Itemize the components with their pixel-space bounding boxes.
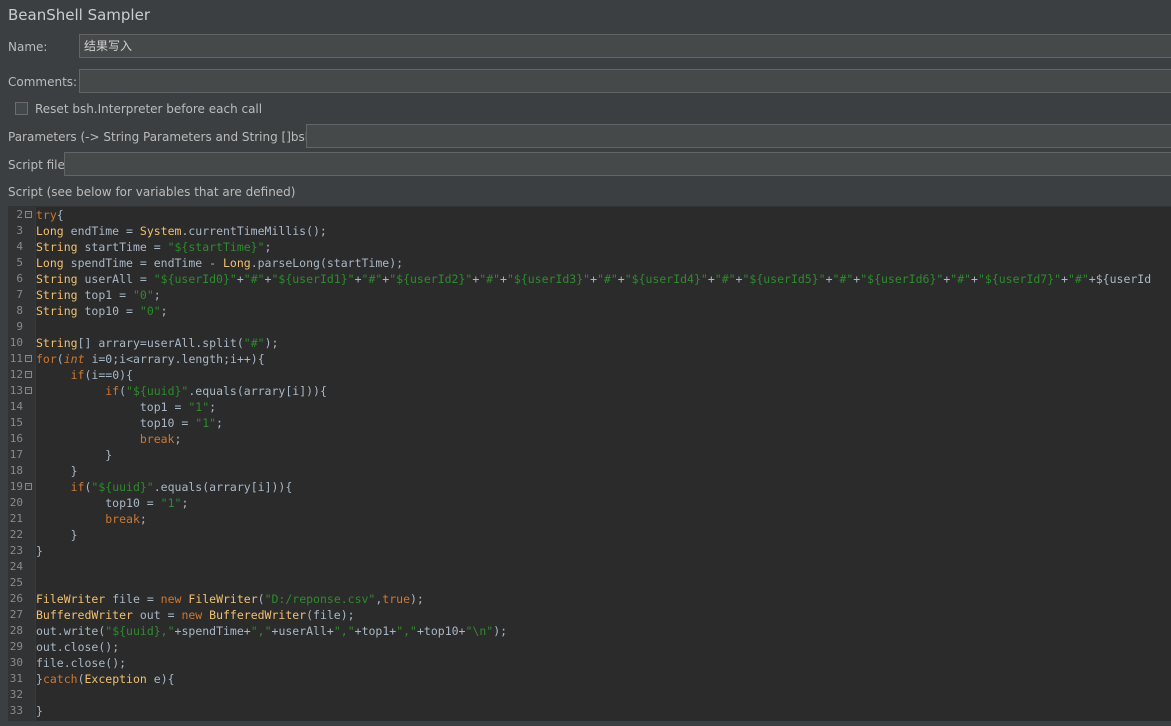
code-text: out.close(); <box>36 640 120 654</box>
line-number: 6 <box>16 272 23 285</box>
comments-input[interactable] <box>79 69 1171 93</box>
editor-bottom-border <box>0 721 1171 726</box>
code-text: } <box>36 704 43 718</box>
line-number: 24 <box>9 560 23 573</box>
script-file-input[interactable] <box>64 152 1171 176</box>
line-number: 27 <box>9 608 23 621</box>
comments-label: Comments: <box>8 75 78 89</box>
code-text: file.close(); <box>36 656 127 670</box>
code-text: } <box>36 448 113 462</box>
code-text: for(int i=0;i<arrary.length;i++){ <box>36 352 265 366</box>
code-text: String startTime = "${startTime}"; <box>36 240 272 254</box>
script-editor[interactable]: 2− try{3 Long endTime = System.currentTime… <box>8 206 1171 721</box>
code-text: break; <box>139 432 182 446</box>
line-number: 7 <box>16 288 23 301</box>
fold-toggle-icon[interactable]: − <box>25 371 32 378</box>
line-number: 5 <box>16 256 23 269</box>
line-number: 3 <box>16 224 23 237</box>
script-file-label: Script file <box>8 158 65 172</box>
line-number: 28 <box>9 624 23 637</box>
line-number: 10 <box>9 336 23 349</box>
name-input[interactable]: 结果写入 <box>79 34 1171 58</box>
panel-title: BeanShell Sampler <box>8 6 150 24</box>
line-number: 18 <box>9 464 23 477</box>
code-text: Long endTime = System.currentTimeMillis(… <box>36 224 327 238</box>
code-text: out.write("${uuid},"+spendTime+","+userA… <box>36 624 508 638</box>
line-number: 26 <box>9 592 23 605</box>
line-number: 13 <box>9 384 23 397</box>
code-text: } <box>36 528 78 542</box>
parameters-input[interactable] <box>306 124 1171 148</box>
line-number: 16 <box>9 432 23 445</box>
reset-interpreter-label: Reset bsh.Interpreter before each call <box>35 102 263 116</box>
line-number: 12 <box>9 368 23 381</box>
line-number: 25 <box>9 576 23 589</box>
code-text: String top1 = "0"; <box>36 288 161 302</box>
code-text: } <box>36 544 43 558</box>
line-number: 14 <box>9 400 23 413</box>
code-text: top10 = "1"; <box>105 496 189 510</box>
code-text: top1 = "1"; <box>139 400 217 414</box>
script-label: Script (see below for variables that are… <box>8 185 296 199</box>
code-text: top10 = "1"; <box>139 416 223 430</box>
line-number: 30 <box>9 656 23 669</box>
line-number: 32 <box>9 688 23 701</box>
reset-interpreter-checkbox[interactable] <box>15 102 28 115</box>
line-number: 31 <box>9 672 23 685</box>
fold-toggle-icon[interactable]: − <box>25 211 32 218</box>
line-number: 15 <box>9 416 23 429</box>
code-text: String top10 = "0"; <box>36 304 168 318</box>
line-number: 19 <box>9 480 23 493</box>
fold-toggle-icon[interactable]: − <box>25 483 32 490</box>
line-number: 23 <box>9 544 23 557</box>
line-number: 21 <box>9 512 23 525</box>
line-number: 11 <box>9 352 23 365</box>
code-text: if(i==0){ <box>70 368 133 382</box>
line-number: 29 <box>9 640 23 653</box>
line-number: 2 <box>16 208 23 221</box>
code-text: }catch(Exception e){ <box>36 672 175 686</box>
code-text: Long spendTime = endTime - Long.parseLon… <box>36 256 404 270</box>
code-text: String userAll = "${userId0}"+"#"+"${use… <box>36 272 1152 286</box>
code-text: try{ <box>36 208 64 222</box>
code-text: } <box>36 464 78 478</box>
line-number: 22 <box>9 528 23 541</box>
line-number: 33 <box>9 704 23 717</box>
line-number: 8 <box>16 304 23 317</box>
line-number: 4 <box>16 240 23 253</box>
line-number: 20 <box>9 496 23 509</box>
fold-toggle-icon[interactable]: − <box>25 355 32 362</box>
name-label: Name: <box>8 40 48 54</box>
code-text: String[] arrary=userAll.split("#"); <box>36 336 279 350</box>
code-text: break; <box>105 512 147 526</box>
parameters-label: Parameters (-> String Parameters and Str… <box>8 130 347 144</box>
code-text: if("${uuid}".equals(arrary[i])){ <box>105 384 327 398</box>
line-number: 17 <box>9 448 23 461</box>
code-text: FileWriter file = new FileWriter("D:/rep… <box>36 592 424 606</box>
fold-toggle-icon[interactable]: − <box>25 387 32 394</box>
line-number: 9 <box>16 320 23 333</box>
code-text: if("${uuid}".equals(arrary[i])){ <box>70 480 293 494</box>
code-text: BufferedWriter out = new BufferedWriter(… <box>36 608 355 622</box>
